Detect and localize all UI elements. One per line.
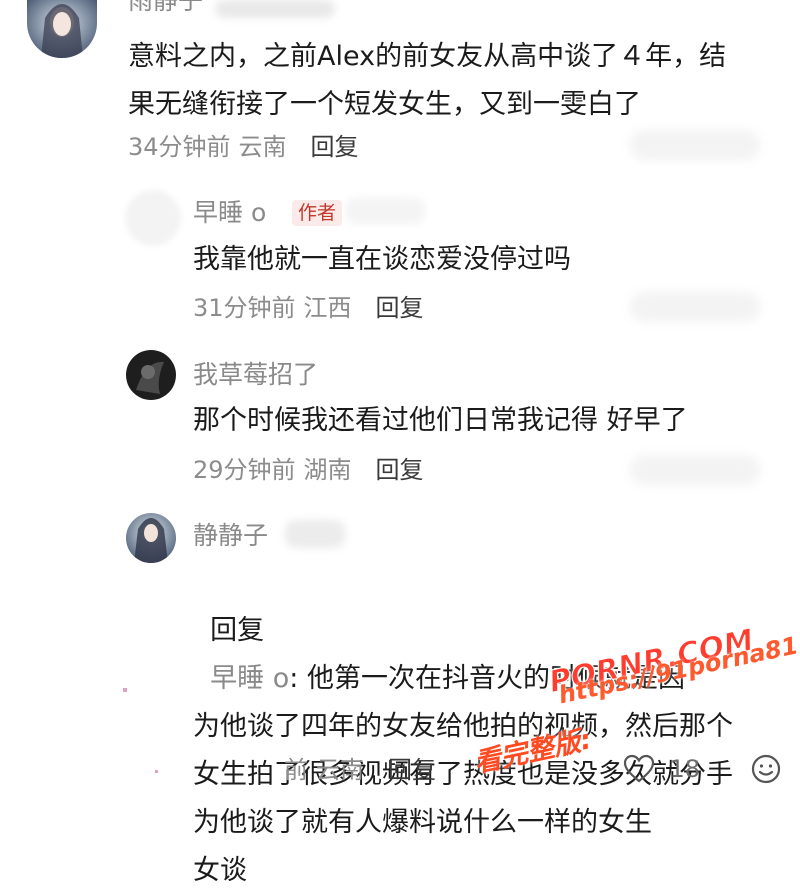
author-badge: 作者 [292, 200, 343, 226]
avatar[interactable] [27, 0, 97, 58]
comment-text-rest: 为他谈了四年的女友给他拍的视频，然后那个 女生拍了很多视频有了热度也是没多久就分… [193, 711, 733, 886]
reply-target[interactable]: 早睡 o [210, 663, 289, 694]
blurred-badge [285, 520, 345, 548]
comment-meta: 前云南 回复 [284, 755, 444, 785]
comment-location: 云南 [316, 756, 364, 784]
stray-mark [123, 688, 127, 692]
username[interactable]: 雨静子 [128, 0, 203, 16]
comment-text: 意料之内，之前Alex的前女友从高中谈了４年，结 果无缝衔接了一个短发女生，又到… [128, 41, 727, 120]
comment-time: 34分钟前 [128, 133, 231, 161]
reply-button[interactable]: 回复 [376, 456, 424, 484]
avatar[interactable] [126, 513, 176, 563]
emoji-icon[interactable] [750, 753, 782, 785]
stray-mark [155, 770, 158, 773]
username[interactable]: 我草莓招了 [193, 360, 318, 390]
comment-meta: 29分钟前 湖南 回复 [193, 455, 432, 485]
username[interactable]: 早睡 o [193, 198, 266, 228]
reply-prefix: 回复 [210, 615, 265, 646]
reply-separator: : [289, 663, 307, 694]
comment-time: 前 [284, 756, 308, 784]
comment-text: 那个时候我还看过他们日常我记得 好早了 [193, 405, 688, 436]
comment-location: 云南 [238, 133, 287, 161]
blurred-badge [215, 0, 335, 18]
avatar[interactable] [126, 350, 176, 400]
blurred-actions [630, 130, 760, 160]
comment-location: 湖南 [303, 456, 352, 484]
comment-time: 31分钟前 [193, 294, 296, 322]
reply-button[interactable]: 回复 [376, 294, 424, 322]
comment-location: 江西 [303, 294, 352, 322]
blurred-actions [630, 292, 760, 322]
like-count: 18 [669, 755, 700, 783]
comment-actions: 18 [623, 752, 782, 786]
blurred-badge [345, 198, 425, 224]
comment-text: 回复 早睡 o: 他第一次在抖音火的时候就是因为他谈了四年的女友给他拍的视频，然… [193, 559, 783, 895]
blurred-actions [630, 455, 760, 485]
username[interactable]: 静静子 [193, 521, 268, 551]
comment-text-first: 他第一次在抖音火的时候就是因 [306, 663, 685, 694]
comment-text: 我靠他就一直在谈恋爱没停过吗 [193, 244, 571, 275]
comment-time: 29分钟前 [193, 456, 296, 484]
comment-meta: 34分钟前 云南 回复 [128, 132, 367, 162]
comment-meta: 31分钟前 江西 回复 [193, 293, 432, 323]
heart-icon[interactable] [623, 754, 655, 784]
avatar[interactable] [125, 190, 181, 246]
reply-button[interactable]: 回复 [311, 133, 359, 161]
reply-button[interactable]: 回复 [388, 756, 436, 784]
